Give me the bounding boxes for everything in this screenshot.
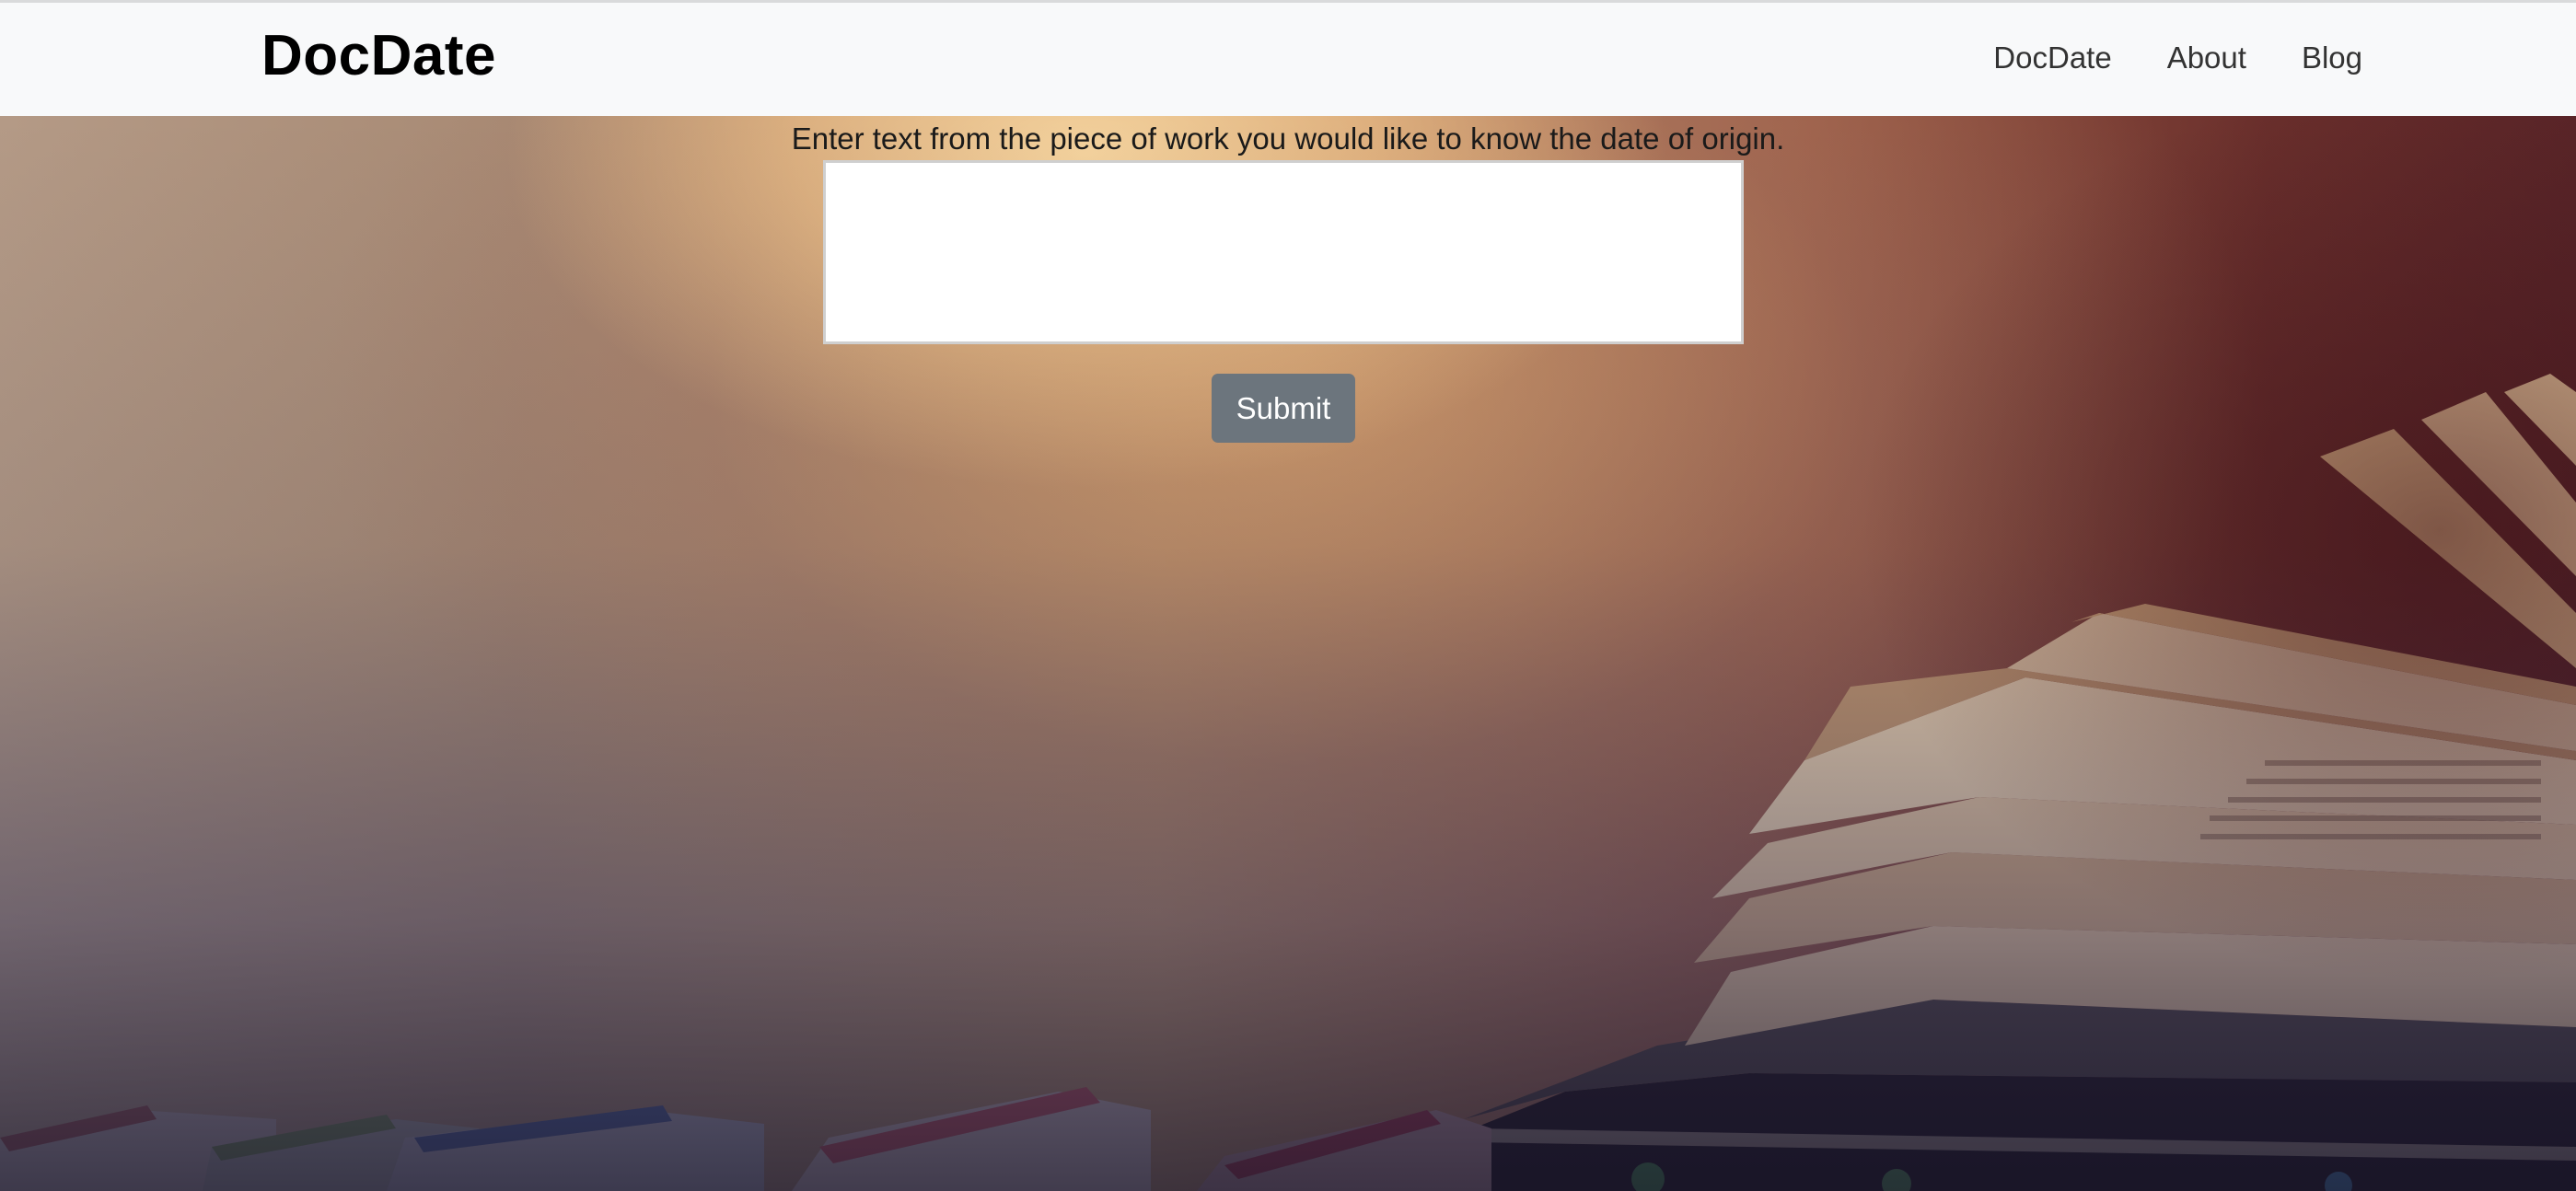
nav-link-docdate[interactable]: DocDate xyxy=(1993,40,2111,75)
document-text-input[interactable] xyxy=(823,160,1744,344)
nav-link-about[interactable]: About xyxy=(2167,40,2246,75)
nav-link-blog[interactable]: Blog xyxy=(2302,40,2362,75)
submit-button[interactable]: Submit xyxy=(1212,374,1355,443)
brand-logo[interactable]: DocDate xyxy=(261,19,496,93)
nav-links: DocDate About Blog xyxy=(1938,3,2576,113)
instruction-text: Enter text from the piece of work you wo… xyxy=(791,121,1785,156)
top-navbar: DocDate DocDate About Blog xyxy=(0,0,2576,116)
